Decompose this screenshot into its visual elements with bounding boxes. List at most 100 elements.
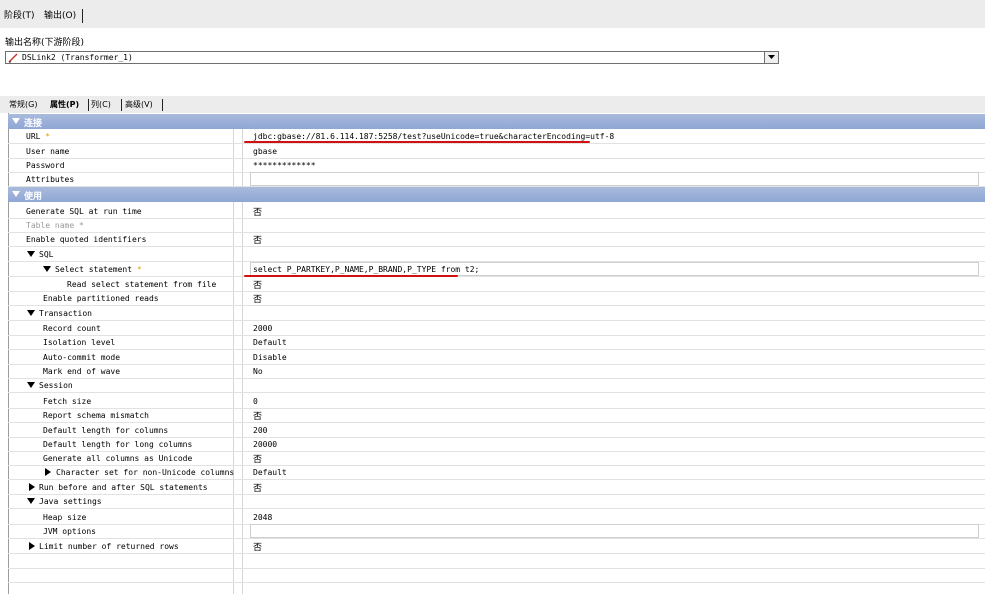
property-row-default-long-length[interactable]: Default length for long columns 20000 bbox=[8, 437, 985, 452]
property-name: Transaction bbox=[39, 309, 92, 318]
property-row-attributes[interactable]: Attributes bbox=[8, 172, 985, 187]
property-value[interactable]: Default bbox=[253, 338, 287, 347]
dropdown-button[interactable] bbox=[764, 52, 778, 63]
property-row-heap-size[interactable]: Heap size 2048 bbox=[8, 510, 985, 525]
tab-advanced[interactable]: 高级(V) bbox=[125, 99, 153, 110]
output-link-select[interactable]: DSLink2 (Transformer_1) bbox=[5, 51, 779, 64]
tab-output[interactable]: 输出(O) bbox=[44, 8, 76, 21]
triangle-down-icon bbox=[12, 191, 20, 197]
property-value[interactable]: 2000 bbox=[253, 324, 272, 333]
tab-stage[interactable]: 阶段(T) bbox=[4, 8, 35, 21]
property-name: Read select statement from file bbox=[67, 280, 217, 289]
property-row-end-of-wave[interactable]: Mark end of wave No bbox=[8, 364, 985, 379]
property-row-schema-mismatch[interactable]: Report schema mismatch 否 bbox=[8, 408, 985, 423]
triangle-down-icon[interactable] bbox=[43, 266, 51, 272]
empty-row bbox=[8, 568, 985, 583]
property-value[interactable]: 否 bbox=[253, 481, 262, 494]
tab-columns[interactable]: 列(C) bbox=[91, 99, 111, 110]
property-row-quoted-identifiers[interactable]: Enable quoted identifiers 否 bbox=[8, 232, 985, 247]
property-group-session[interactable]: Session bbox=[8, 378, 985, 393]
property-value[interactable]: 20000 bbox=[253, 440, 277, 449]
property-name: Default length for columns bbox=[43, 426, 169, 435]
property-value[interactable]: 否 bbox=[253, 540, 262, 553]
property-row-character-set[interactable]: Character set for non-Unicode columns De… bbox=[8, 465, 985, 480]
property-name: Limit number of returned rows bbox=[39, 542, 179, 551]
pencil-link-icon bbox=[8, 53, 18, 63]
output-name-label: 输出名称(下游阶段) bbox=[5, 38, 85, 48]
annotation-underline bbox=[244, 141, 590, 143]
chevron-down-icon bbox=[768, 55, 775, 59]
attributes-field[interactable] bbox=[250, 172, 979, 186]
tab-separator bbox=[88, 99, 89, 111]
property-group-sql[interactable]: SQL bbox=[8, 247, 985, 262]
property-name: Generate SQL at run time bbox=[26, 207, 142, 216]
property-row-record-count[interactable]: Record count 2000 bbox=[8, 321, 985, 336]
property-value[interactable]: 否 bbox=[253, 205, 262, 218]
section-connection[interactable]: 连接 bbox=[8, 114, 985, 129]
property-name: User name bbox=[26, 147, 70, 156]
property-row-isolation-level[interactable]: Isolation level Default bbox=[8, 335, 985, 350]
property-row-table-name[interactable]: Table name * bbox=[8, 218, 985, 233]
triangle-right-icon[interactable] bbox=[29, 542, 35, 550]
tab-general[interactable]: 常规(G) bbox=[9, 99, 37, 110]
password-value[interactable]: ************* bbox=[253, 161, 316, 170]
section-label: 连接 bbox=[24, 119, 43, 129]
property-name: Java settings bbox=[39, 497, 102, 506]
property-value[interactable]: 否 bbox=[253, 278, 262, 291]
property-value[interactable]: 200 bbox=[253, 426, 267, 435]
property-name: Mark end of wave bbox=[43, 367, 121, 376]
property-name: Record count bbox=[43, 324, 101, 333]
username-value[interactable]: gbase bbox=[253, 147, 277, 156]
property-row-before-after-sql[interactable]: Run before and after SQL statements 否 bbox=[8, 480, 985, 495]
property-group-transaction[interactable]: Transaction bbox=[8, 306, 985, 321]
property-row-default-length[interactable]: Default length for columns 200 bbox=[8, 423, 985, 438]
property-name: Character set for non-Unicode columns bbox=[56, 468, 235, 477]
triangle-down-icon[interactable] bbox=[27, 310, 35, 316]
property-value[interactable]: 否 bbox=[253, 292, 262, 305]
jvm-options-field[interactable] bbox=[250, 524, 979, 538]
property-row-limit-rows[interactable]: Limit number of returned rows 否 bbox=[8, 539, 985, 554]
property-row-partitioned-reads[interactable]: Enable partitioned reads 否 bbox=[8, 291, 985, 306]
triangle-right-icon[interactable] bbox=[45, 468, 51, 476]
triangle-down-icon[interactable] bbox=[27, 382, 35, 388]
property-group-java-settings[interactable]: Java settings bbox=[8, 494, 985, 509]
tab-separator bbox=[121, 99, 122, 111]
property-name: Report schema mismatch bbox=[43, 411, 149, 420]
select-statement-value[interactable]: select P_PARTKEY,P_NAME,P_BRAND,P_TYPE f… bbox=[253, 265, 479, 274]
property-value[interactable]: 否 bbox=[253, 233, 262, 246]
property-name: Table name * bbox=[26, 221, 84, 230]
property-row-generate-sql[interactable]: Generate SQL at run time 否 bbox=[8, 204, 985, 219]
property-value[interactable]: Default bbox=[253, 468, 287, 477]
property-value[interactable]: 0 bbox=[253, 397, 258, 406]
property-row-select-statement[interactable]: Select statement * select P_PARTKEY,P_NA… bbox=[8, 262, 985, 277]
property-row-jvm-options[interactable]: JVM options bbox=[8, 524, 985, 539]
property-row-auto-commit[interactable]: Auto-commit mode Disable bbox=[8, 350, 985, 365]
tab-separator bbox=[82, 9, 83, 23]
tab-properties[interactable]: 属性(P) bbox=[50, 99, 79, 110]
triangle-down-icon[interactable] bbox=[27, 498, 35, 504]
property-row-read-from-file[interactable]: Read select statement from file 否 bbox=[8, 277, 985, 292]
property-name: Enable quoted identifiers bbox=[26, 235, 147, 244]
section-usage[interactable]: 使用 bbox=[8, 187, 985, 202]
property-name: Fetch size bbox=[43, 397, 92, 406]
property-value[interactable]: No bbox=[253, 367, 263, 376]
property-name: Password bbox=[26, 161, 65, 170]
url-value[interactable]: jdbc:gbase://81.6.114.187:5258/test?useU… bbox=[253, 132, 614, 141]
property-name: Attributes bbox=[26, 175, 75, 184]
property-value[interactable]: 否 bbox=[253, 409, 262, 422]
property-row-username[interactable]: User name gbase bbox=[8, 144, 985, 159]
triangle-down-icon bbox=[12, 118, 20, 124]
triangle-right-icon[interactable] bbox=[29, 483, 35, 491]
property-row-fetch-size[interactable]: Fetch size 0 bbox=[8, 394, 985, 409]
property-row-unicode-columns[interactable]: Generate all columns as Unicode 否 bbox=[8, 451, 985, 466]
property-value[interactable]: 否 bbox=[253, 452, 262, 465]
property-value[interactable]: Disable bbox=[253, 353, 287, 362]
empty-row bbox=[8, 554, 985, 569]
property-name: Enable partitioned reads bbox=[43, 294, 159, 303]
property-name: Isolation level bbox=[43, 338, 116, 347]
property-value[interactable]: 2048 bbox=[253, 513, 272, 522]
triangle-down-icon[interactable] bbox=[27, 251, 35, 257]
stage-tab-bar: 阶段(T) 输出(O) bbox=[0, 0, 985, 28]
property-row-password[interactable]: Password ************* bbox=[8, 158, 985, 173]
property-name: Generate all columns as Unicode bbox=[43, 454, 193, 463]
